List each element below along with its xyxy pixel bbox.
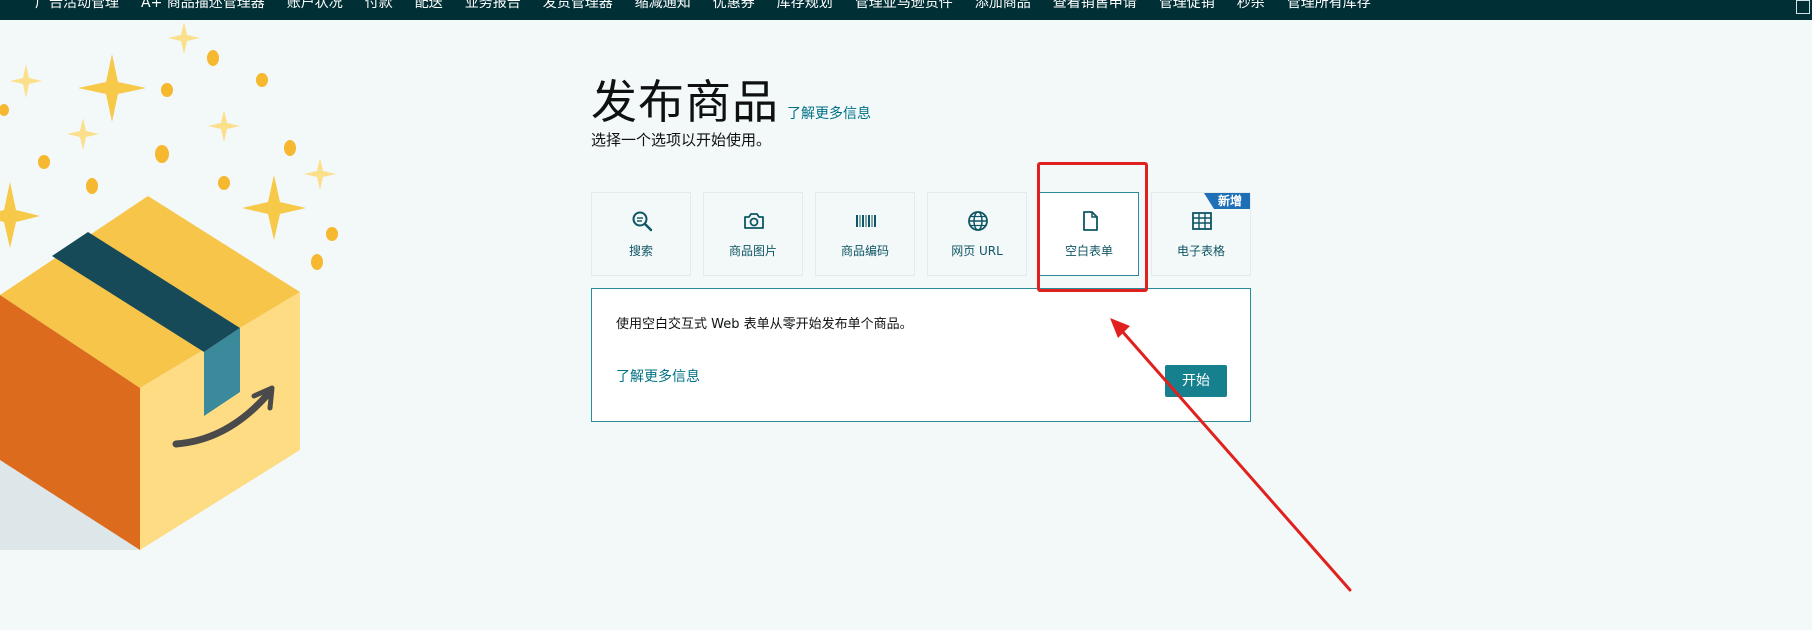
new-badge: 新增 <box>1203 193 1250 209</box>
nav-item-account-health[interactable]: 账户状况 <box>276 0 354 13</box>
option-label: 商品图片 <box>728 244 777 258</box>
option-spreadsheet[interactable]: 电子表格 新增 <box>1151 192 1251 276</box>
panel-description: 使用空白交互式 Web 表单从零开始发布单个商品。 <box>616 317 913 332</box>
nav-item-inventory-planning[interactable]: 库存规划 <box>766 0 844 13</box>
option-search[interactable]: 搜索 <box>591 192 691 276</box>
option-web-url[interactable]: 网页 URL <box>927 192 1027 276</box>
window-corner-icon <box>1796 0 1810 14</box>
nav-item-business-reports[interactable]: 业务报告 <box>454 0 532 13</box>
nav-item-manage-inventory[interactable]: 管理所有库存 <box>1276 0 1382 13</box>
option-label: 电子表格 <box>1176 244 1225 258</box>
search-icon <box>632 211 653 232</box>
camera-icon <box>744 213 764 229</box>
listing-options: 搜索 商品图片 商品编码 网页 URL 空白表单 电子表格 新增 <box>591 192 1251 276</box>
option-product-image[interactable]: 商品图片 <box>703 192 803 276</box>
page-title: 发布商品 <box>591 75 779 129</box>
barcode-icon <box>856 215 876 227</box>
option-product-code[interactable]: 商品编码 <box>815 192 915 276</box>
nav-item-add-product[interactable]: 添加商品 <box>964 0 1042 13</box>
option-label: 搜索 <box>628 244 653 258</box>
nav-item-shipment-manager[interactable]: 发货管理器 <box>532 0 624 13</box>
nav-item-coupons[interactable]: 优惠券 <box>702 0 766 13</box>
nav-item-ad-campaign[interactable]: 广告活动管理 <box>24 0 130 13</box>
nav-item-a-plus[interactable]: A+ 商品描述管理器 <box>130 0 276 13</box>
nav-item-manage-shipments[interactable]: 管理亚马逊货件 <box>844 0 964 13</box>
learn-more-link[interactable]: 了解更多信息 <box>787 103 871 123</box>
annotation-arrow-icon <box>1110 318 1352 592</box>
nav-item-payments[interactable]: 付款 <box>354 0 404 13</box>
title-row: 发布商品 了解更多信息 <box>591 66 871 132</box>
small-sparkle-icons <box>10 22 336 190</box>
nav-item-promotions[interactable]: 管理促销 <box>1148 0 1226 13</box>
nav-item-sales-requests[interactable]: 查看销售申请 <box>1042 0 1148 13</box>
top-nav-items: 广告活动管理 A+ 商品描述管理器 账户状况 付款 配送 业务报告 发货管理器 … <box>24 0 1382 13</box>
box-illustration <box>0 22 338 550</box>
panel-learn-more-link[interactable]: 了解更多信息 <box>616 366 700 386</box>
top-navigation-bar: 广告活动管理 A+ 商品描述管理器 账户状况 付款 配送 业务报告 发货管理器 … <box>0 0 1812 20</box>
nav-item-reduction-notice[interactable]: 缩减通知 <box>624 0 702 13</box>
spreadsheet-icon <box>1192 212 1212 230</box>
globe-icon <box>968 211 988 231</box>
nav-item-lightning-deals[interactable]: 秒杀 <box>1226 0 1276 13</box>
option-label: 网页 URL <box>951 244 1003 258</box>
page-subtitle: 选择一个选项以开始使用。 <box>591 131 772 149</box>
option-label: 商品编码 <box>840 244 889 258</box>
nav-item-shipping[interactable]: 配送 <box>404 0 454 13</box>
annotation-highlight-box <box>1037 162 1148 292</box>
